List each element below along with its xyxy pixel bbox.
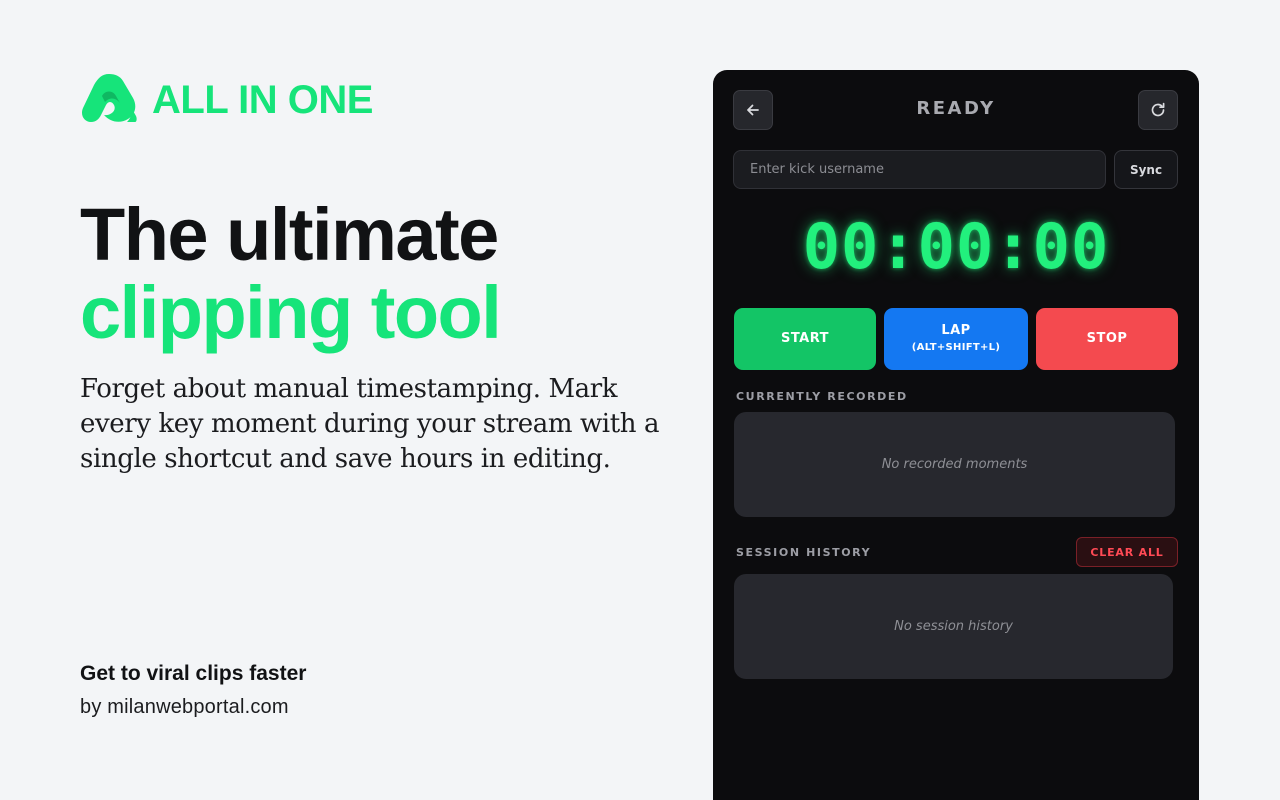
lap-button[interactable]: LAP (ALT+SHIFT+L) bbox=[884, 308, 1028, 370]
headline-line-2: clipping tool bbox=[80, 271, 502, 354]
username-input[interactable] bbox=[733, 150, 1106, 189]
lap-button-label: LAP bbox=[941, 323, 971, 339]
byline: by milanwebportal.com bbox=[80, 696, 289, 718]
stop-button-label: STOP bbox=[1086, 330, 1128, 346]
refresh-icon bbox=[1151, 102, 1165, 117]
recorded-empty-text: No recorded moments bbox=[881, 457, 1028, 472]
headline-line-1: The ultimate bbox=[80, 193, 499, 276]
tagline: Get to viral clips faster bbox=[80, 662, 307, 685]
sync-button[interactable]: Sync bbox=[1114, 150, 1178, 189]
session-history-list: No session history bbox=[734, 574, 1173, 679]
currently-recorded-heading: CURRENTLY RECORDED bbox=[736, 390, 908, 403]
status-text: READY bbox=[916, 98, 996, 119]
brand-name: ALL IN ONE bbox=[152, 78, 373, 122]
history-empty-text: No session history bbox=[894, 619, 1013, 634]
timer-display: 00:00:00 bbox=[802, 210, 1110, 283]
all-in-one-logo-icon bbox=[81, 74, 137, 122]
recorded-moments-list: No recorded moments bbox=[734, 412, 1175, 517]
extension-panel: READY Sync 00:00:00 START LAP (ALT+SHIFT… bbox=[713, 70, 1199, 800]
session-history-heading: SESSION HISTORY bbox=[736, 546, 872, 559]
lap-shortcut-hint: (ALT+SHIFT+L) bbox=[911, 342, 1001, 354]
hero-description: Forget about manual timestamping. Mark e… bbox=[80, 374, 660, 474]
refresh-button[interactable] bbox=[1138, 90, 1178, 130]
start-button-label: START bbox=[780, 330, 830, 346]
brand: ALL IN ONE bbox=[80, 72, 373, 128]
stop-button[interactable]: STOP bbox=[1036, 308, 1178, 370]
start-button[interactable]: START bbox=[734, 308, 876, 370]
clear-all-button[interactable]: CLEAR ALL bbox=[1076, 537, 1178, 567]
headline: The ultimate clipping tool bbox=[80, 193, 502, 354]
